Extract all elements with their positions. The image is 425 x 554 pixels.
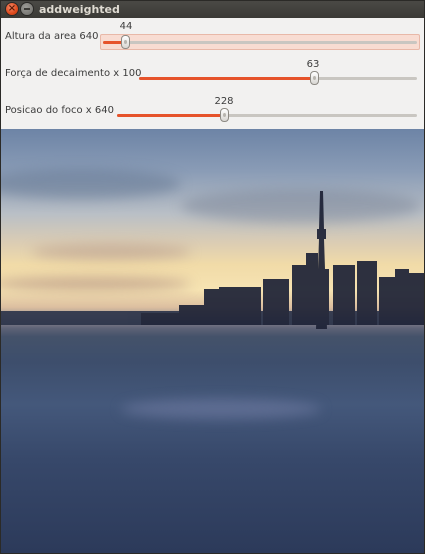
slider-value-decaimento: 63 xyxy=(306,59,320,70)
window-title: addweighted xyxy=(39,3,120,16)
slider-label-foco: Posicao do foco x 640 xyxy=(5,105,114,116)
title-bar: × addweighted xyxy=(1,1,424,18)
app-window: × addweighted Altura da area 640 44 Forç… xyxy=(0,0,425,554)
slider-foco-fill xyxy=(117,114,224,117)
minimize-icon xyxy=(24,8,30,10)
slider-label-altura: Altura da area 640 xyxy=(5,31,99,42)
slider-foco-handle[interactable] xyxy=(220,108,229,122)
minimize-button[interactable] xyxy=(21,3,33,15)
slider-decaimento-handle[interactable] xyxy=(310,71,319,85)
trackbar-panel: Altura da area 640 44 Força de decaiment… xyxy=(1,18,424,129)
slider-foco[interactable] xyxy=(117,108,417,122)
close-button[interactable]: × xyxy=(6,3,18,15)
slider-altura-handle[interactable] xyxy=(121,35,130,49)
slider-label-decaimento: Força de decaimento x 100 xyxy=(5,68,142,79)
slider-decaimento[interactable] xyxy=(139,71,417,85)
slider-decaimento-fill xyxy=(139,77,314,80)
close-icon: × xyxy=(7,3,17,14)
slider-value-foco: 228 xyxy=(214,96,234,107)
slider-value-altura: 44 xyxy=(119,21,133,32)
city-skyline xyxy=(1,191,424,329)
image-display xyxy=(1,129,424,553)
slider-altura[interactable] xyxy=(103,35,417,49)
